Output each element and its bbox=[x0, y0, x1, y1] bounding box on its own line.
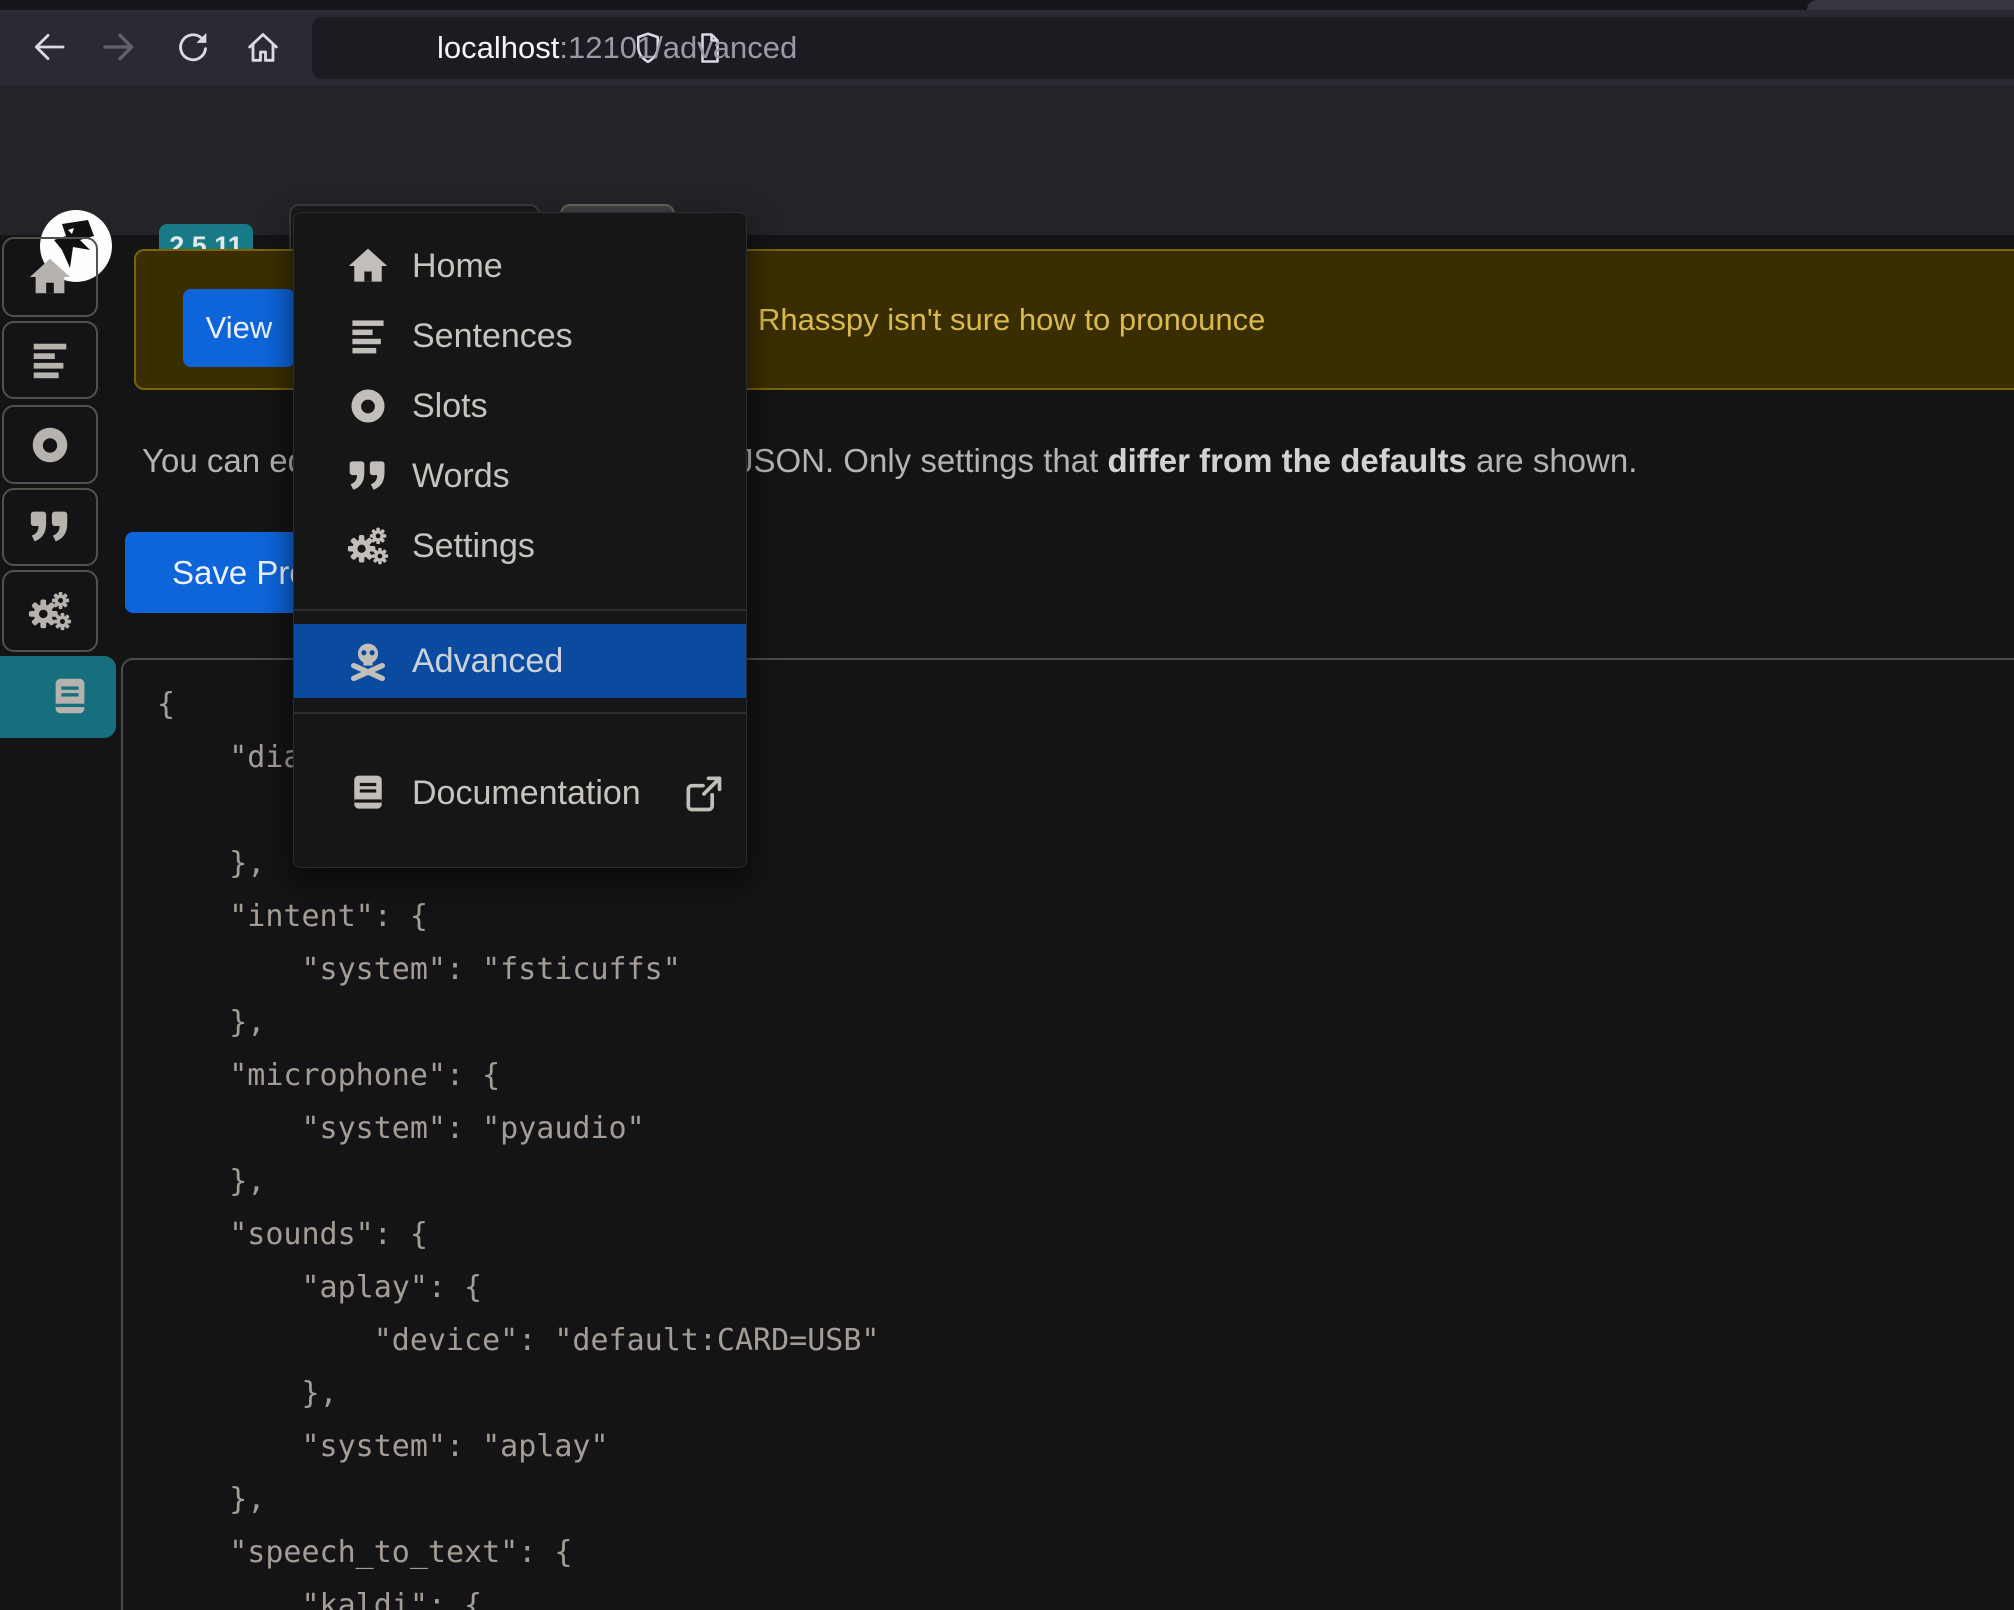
menu-item-documentation[interactable]: Documentation bbox=[294, 756, 746, 830]
menu-item-label: Home bbox=[412, 247, 503, 286]
sidebar-item-slots[interactable] bbox=[2, 405, 98, 484]
menu-item-label: Documentation bbox=[412, 774, 641, 813]
url-text[interactable]: localhost:12101/advanced bbox=[437, 17, 797, 79]
intro-text-end: are shown. bbox=[1467, 442, 1638, 479]
intro-text-bold: differ from the defaults bbox=[1107, 442, 1466, 479]
warning-message: Rhasspy isn't sure how to pronounce bbox=[758, 251, 1265, 388]
reload-icon[interactable] bbox=[173, 27, 213, 67]
words-icon bbox=[27, 504, 73, 550]
menu-item-label: Slots bbox=[412, 387, 488, 426]
menu-item-sentences[interactable]: Sentences bbox=[294, 301, 746, 371]
page-dropdown-menu: Home Sentences Slots Words bbox=[293, 212, 747, 868]
words-icon bbox=[346, 454, 390, 498]
sidebar-item-settings[interactable] bbox=[2, 570, 98, 652]
home-nav-icon[interactable] bbox=[243, 27, 283, 67]
slots-icon bbox=[346, 384, 390, 428]
menu-item-settings[interactable]: Settings bbox=[294, 511, 746, 581]
menu-item-label: Words bbox=[412, 457, 510, 496]
book-icon bbox=[346, 771, 390, 815]
sidebar-item-documentation[interactable] bbox=[0, 656, 116, 738]
gears-icon bbox=[27, 588, 73, 634]
gears-icon bbox=[346, 524, 390, 568]
url-host: localhost bbox=[437, 30, 559, 65]
browser-tab-corner bbox=[1807, 0, 2014, 10]
menu-item-label: Sentences bbox=[412, 317, 573, 356]
url-path: :12101/advanced bbox=[559, 30, 797, 65]
sidebar-item-words[interactable] bbox=[2, 488, 98, 566]
book-icon bbox=[47, 674, 93, 720]
home-icon bbox=[27, 254, 73, 300]
forward-icon[interactable] bbox=[100, 27, 140, 67]
home-icon bbox=[346, 244, 390, 288]
browser-tab-strip bbox=[0, 0, 2014, 10]
menu-item-label: Advanced bbox=[412, 642, 563, 681]
sidebar-item-home[interactable] bbox=[2, 237, 98, 317]
url-bar[interactable]: localhost:12101/advanced bbox=[312, 17, 2014, 79]
sentences-icon bbox=[346, 314, 390, 358]
menu-item-home[interactable]: Home bbox=[294, 231, 746, 301]
sidebar-item-sentences[interactable] bbox=[2, 321, 98, 399]
skull-icon bbox=[346, 639, 390, 683]
view-button[interactable]: View bbox=[183, 289, 295, 367]
menu-item-slots[interactable]: Slots bbox=[294, 371, 746, 441]
sentences-icon bbox=[27, 337, 73, 383]
screen: localhost:12101/advanced 2.5.11 Advanced… bbox=[0, 0, 2014, 1610]
menu-divider bbox=[294, 712, 746, 714]
menu-item-advanced[interactable]: Advanced bbox=[294, 624, 746, 698]
back-icon[interactable] bbox=[28, 27, 68, 67]
menu-item-label: Settings bbox=[412, 527, 535, 566]
menu-item-words[interactable]: Words bbox=[294, 441, 746, 511]
menu-divider bbox=[294, 609, 746, 611]
slots-icon bbox=[27, 422, 73, 468]
external-link-icon bbox=[681, 771, 725, 815]
browser-toolbar: localhost:12101/advanced bbox=[0, 0, 2014, 86]
